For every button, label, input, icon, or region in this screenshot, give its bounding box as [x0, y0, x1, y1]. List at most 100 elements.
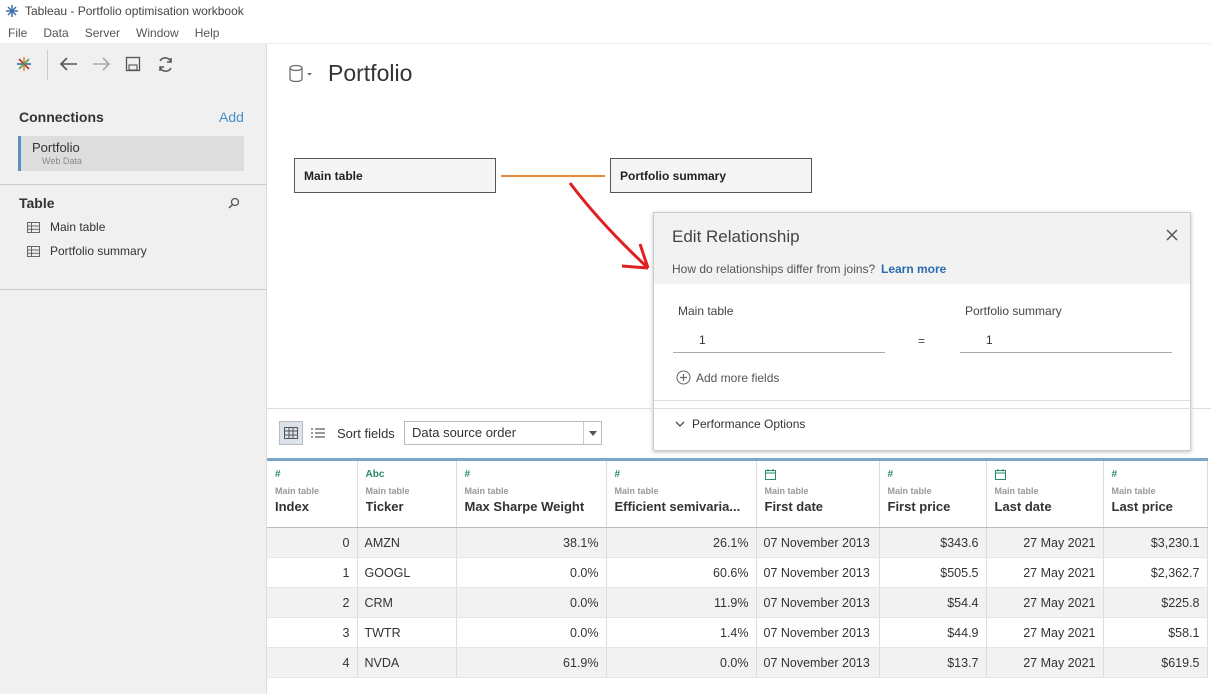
list-view-icon[interactable]	[306, 421, 330, 445]
add-connection-link[interactable]: Add	[219, 109, 244, 125]
column-source: Main table	[464, 486, 509, 496]
menu-data[interactable]: Data	[35, 26, 76, 40]
operator-select[interactable]: =	[918, 334, 925, 348]
table-row[interactable]: 1 GOOGL 0.0% 60.6% 07 November 2013 $505.5 27 …	[267, 557, 1208, 588]
column-header-row: # Main table Index Abc Main table Ticker # Main…	[267, 458, 1208, 528]
column-name[interactable]: Last date	[995, 499, 1095, 514]
window-title: Tableau - Portfolio optimisation workboo…	[25, 4, 244, 18]
string-type-icon[interactable]: Abc	[366, 469, 448, 483]
column-name[interactable]: Last price	[1112, 499, 1199, 514]
table-grid-icon	[27, 245, 40, 257]
table-cell: 0.0%	[456, 617, 607, 648]
left-field-select[interactable]: 1	[673, 328, 885, 353]
datasource-title[interactable]: Portfolio	[328, 60, 412, 87]
column-name[interactable]: First price	[888, 499, 978, 514]
connection-name: Portfolio	[32, 140, 80, 155]
number-type-icon[interactable]: #	[275, 469, 349, 483]
number-type-icon[interactable]: #	[615, 469, 748, 483]
table-cell: 27 May 2021	[986, 527, 1104, 558]
column-header[interactable]: # Main table First price	[879, 458, 987, 528]
number-type-icon[interactable]: #	[888, 469, 978, 483]
chevron-down-icon	[583, 422, 601, 444]
datasource-cylinder-icon[interactable]	[288, 63, 314, 85]
menu-bar: File Data Server Window Help	[0, 22, 1211, 44]
table-cell: 3	[267, 617, 358, 648]
menu-help[interactable]: Help	[187, 26, 228, 40]
column-header[interactable]: Abc Main table Ticker	[357, 458, 457, 528]
forward-arrow-icon[interactable]	[90, 53, 112, 75]
sort-fields-select[interactable]: Data source order	[404, 421, 602, 445]
table-cell: $505.5	[879, 557, 987, 588]
column-header[interactable]: Main table Last date	[986, 458, 1104, 528]
column-source: Main table	[1111, 486, 1156, 496]
tableau-start-icon[interactable]	[13, 53, 35, 75]
table-row[interactable]: 4 NVDA 61.9% 0.0% 07 November 2013 $13.7 27 Ma…	[267, 647, 1208, 678]
annotation-arrow-icon	[568, 182, 650, 270]
table-cell: $225.8	[1103, 587, 1208, 618]
save-icon[interactable]	[122, 53, 144, 75]
grid-view-icon[interactable]	[279, 421, 303, 445]
column-header[interactable]: Main table First date	[756, 458, 880, 528]
divider	[654, 400, 1190, 401]
menu-window[interactable]: Window	[128, 26, 187, 40]
toolbar-separator	[47, 50, 48, 80]
close-icon[interactable]	[1164, 227, 1180, 243]
table-cell: $58.1	[1103, 617, 1208, 648]
add-more-fields-button[interactable]: Add more fields	[676, 370, 779, 385]
column-name[interactable]: Index	[275, 499, 349, 514]
back-arrow-icon[interactable]	[58, 53, 80, 75]
connection-type: Web Data	[42, 156, 82, 166]
canvas-table-main[interactable]: Main table	[294, 158, 496, 193]
table-cell: 07 November 2013	[756, 557, 880, 588]
table-cell: 27 May 2021	[986, 557, 1104, 588]
column-header[interactable]: # Main table Index	[267, 458, 358, 528]
column-name[interactable]: Ticker	[366, 499, 448, 514]
column-name[interactable]: Efficient semivaria...	[615, 499, 748, 514]
number-type-icon[interactable]: #	[465, 469, 598, 483]
calendar-icon[interactable]	[764, 469, 871, 483]
search-icon[interactable]	[227, 196, 241, 210]
table-row[interactable]: 3 TWTR 0.0% 1.4% 07 November 2013 $44.9 27 May…	[267, 617, 1208, 648]
toolbar	[0, 44, 267, 88]
table-cell: $619.5	[1103, 647, 1208, 678]
connection-item-portfolio[interactable]: Portfolio Web Data	[18, 136, 244, 171]
table-item-label: Main table	[50, 220, 106, 234]
column-header[interactable]: # Main table Max Sharpe Weight	[456, 458, 607, 528]
table-cell: 07 November 2013	[756, 647, 880, 678]
number-type-icon[interactable]: #	[1112, 469, 1199, 483]
column-name[interactable]: Max Sharpe Weight	[465, 499, 598, 514]
table-cell: CRM	[357, 587, 457, 618]
dialog-header: Edit Relationship How do relationships d…	[654, 213, 1190, 284]
table-item-portfolio-summary[interactable]: Portfolio summary	[27, 243, 147, 259]
right-table-label: Portfolio summary	[965, 304, 1062, 318]
right-field-select[interactable]: 1	[960, 328, 1172, 353]
menu-file[interactable]: File	[0, 26, 35, 40]
table-cell: 07 November 2013	[756, 617, 880, 648]
column-header[interactable]: # Main table Last price	[1103, 458, 1208, 528]
table-cell: 1	[267, 557, 358, 588]
table-cell: $2,362.7	[1103, 557, 1208, 588]
table-cell: TWTR	[357, 617, 457, 648]
grid-toolbar: Sort fields Data source order	[267, 408, 1211, 458]
table-row[interactable]: 2 CRM 0.0% 11.9% 07 November 2013 $54.4 27 May…	[267, 587, 1208, 618]
sort-fields-value: Data source order	[412, 425, 517, 440]
table-cell: NVDA	[357, 647, 457, 678]
column-name[interactable]: First date	[765, 499, 871, 514]
table-item-main-table[interactable]: Main table	[27, 219, 105, 235]
column-header[interactable]: # Main table Efficient semivaria...	[606, 458, 757, 528]
relationship-line[interactable]	[501, 175, 605, 177]
data-grid: # Main table Index Abc Main table Ticker # Main…	[267, 458, 1211, 694]
table-cell: $44.9	[879, 617, 987, 648]
menu-server[interactable]: Server	[77, 26, 128, 40]
table-cell: 38.1%	[456, 527, 607, 558]
table-header: Table	[19, 195, 55, 211]
learn-more-link[interactable]: Learn more	[881, 262, 946, 276]
table-row[interactable]: 0 AMZN 38.1% 26.1% 07 November 2013 $343.6 27 …	[267, 527, 1208, 558]
refresh-icon[interactable]	[154, 53, 176, 75]
table-cell: 60.6%	[606, 557, 757, 588]
table-cell: 0	[267, 527, 358, 558]
table-cell: 07 November 2013	[756, 527, 880, 558]
calendar-icon[interactable]	[994, 469, 1095, 483]
table-cell: $54.4	[879, 587, 987, 618]
title-bar: Tableau - Portfolio optimisation workboo…	[0, 0, 1211, 22]
